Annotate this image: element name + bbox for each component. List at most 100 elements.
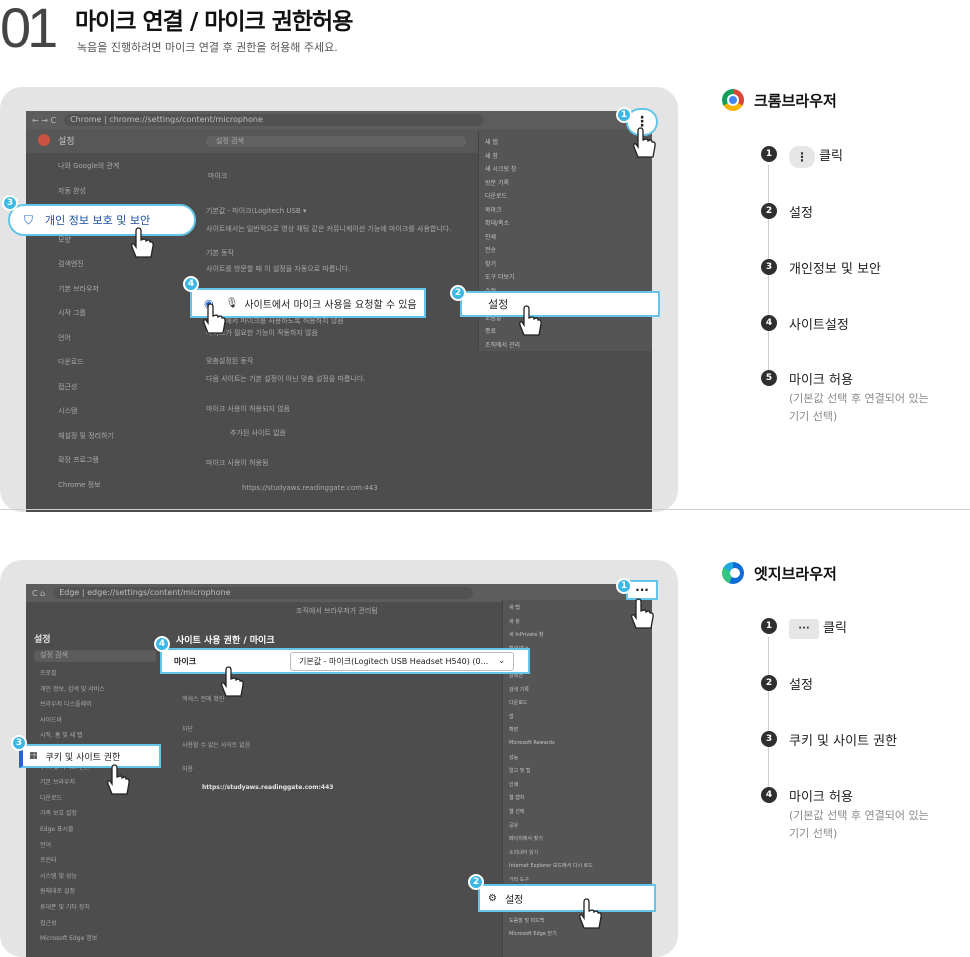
page-title: 마이크 연결 / 마이크 권한허용 bbox=[75, 9, 353, 35]
chrome-content: 기본값 - 마이크(Logitech USB ▾ 사이트에서는 일반적으로 영상 … bbox=[206, 206, 496, 506]
chrome-menu-item[interactable]: 조직에서 관리 bbox=[485, 340, 646, 349]
chrome-sidebar-item[interactable]: 시작 그룹 bbox=[58, 308, 86, 318]
chrome-menu-item[interactable]: 다운로드 bbox=[485, 191, 646, 200]
edge-mic-dropdown[interactable]: 기본값 - 마이크(Logitech USB Headset H540) (0.… bbox=[290, 651, 514, 671]
edge-sidebar: 프로필개인 정보, 검색 및 서비스브라우저 디스플레이사이드바시작, 홈 및 … bbox=[26, 668, 176, 957]
step-badge-2: 2 bbox=[468, 874, 484, 890]
edge-step-3: 3 쿠키 및 사이트 권한 bbox=[761, 730, 897, 749]
chrome-sidebar-item[interactable]: Chrome 정보 bbox=[58, 480, 101, 490]
chrome-menu-item[interactable]: 찾기 bbox=[485, 259, 646, 268]
edge-menu-item[interactable]: 인쇄 bbox=[509, 781, 646, 788]
chrome-step-1: 1 ⋮ 클릭 bbox=[761, 145, 843, 168]
chrome-sidebar-item[interactable]: 시스템 bbox=[58, 406, 77, 416]
chrome-sidebar-item[interactable]: 검색엔진 bbox=[58, 259, 84, 269]
edge-sidebar-item[interactable]: Microsoft Edge 정보 bbox=[40, 933, 97, 942]
edge-menu-item[interactable]: 다운로드 bbox=[509, 699, 646, 706]
edge-menu-item[interactable]: 웹 캡처 bbox=[509, 794, 646, 801]
edge-sidebar-item[interactable]: 프린터 bbox=[40, 855, 57, 864]
chrome-settings-callout[interactable]: 설정 bbox=[460, 291, 660, 317]
edge-settings-callout[interactable]: ⚙ 설정 bbox=[478, 884, 656, 912]
step-number: 4 bbox=[761, 315, 777, 331]
chrome-search-field[interactable]: 설정 검색 bbox=[206, 136, 466, 147]
chrome-menu-item[interactable]: 북마크 bbox=[485, 205, 646, 214]
edge-sidebar-item[interactable]: 프로필 bbox=[40, 668, 57, 677]
step-label-row: ⋮ 클릭 bbox=[789, 145, 843, 168]
edge-sidebar-item[interactable]: 휴대폰 및 기타 장치 bbox=[40, 902, 90, 911]
ellipsis-menu-icon: ··· bbox=[789, 618, 819, 639]
step-label: 마이크 허용 bbox=[789, 790, 853, 805]
edge-screenshot-frame: C ⌂ Edge | edge://settings/content/micro… bbox=[0, 560, 678, 957]
edge-sidebar-item[interactable]: 원래대로 설정 bbox=[40, 886, 75, 895]
edge-sidebar-item[interactable]: 시스템 및 성능 bbox=[40, 871, 77, 880]
edge-menu-item[interactable]: 성능 bbox=[509, 754, 646, 761]
edge-content-line: 차단 bbox=[182, 726, 194, 733]
edge-search-field[interactable]: 설정 검색 bbox=[34, 650, 156, 662]
edge-sidebar-item[interactable]: 접근성 bbox=[40, 918, 57, 927]
chrome-sidebar-item[interactable]: 나와 Google의 관계 bbox=[58, 161, 119, 171]
chrome-sidebar-item[interactable]: 기본 브라우저 bbox=[58, 284, 99, 294]
edge-menu-item[interactable]: Internet Explorer 모드에서 다시 로드 bbox=[509, 862, 646, 869]
chrome-sidebar-item[interactable]: 모양 bbox=[58, 235, 71, 245]
chrome-menu-item[interactable]: 새 탭 bbox=[485, 137, 646, 146]
chrome-menu-item[interactable]: 인쇄 bbox=[485, 232, 646, 241]
chrome-menu-item[interactable]: 종료 bbox=[485, 326, 646, 335]
step-number: 5 bbox=[761, 370, 777, 386]
step-label: 설정 bbox=[789, 678, 813, 693]
edge-sidebar-item[interactable]: 개인 정보, 검색 및 서비스 bbox=[40, 684, 105, 693]
edge-menu-item[interactable]: 새 창 bbox=[509, 618, 646, 625]
edge-sidebar-item[interactable]: 시작, 홈 및 새 탭 bbox=[40, 730, 83, 739]
edge-mic-callout[interactable]: 마이크 기본값 - 마이크(Logitech USB Headset H540)… bbox=[160, 648, 530, 674]
edge-menu-item[interactable]: 앱 bbox=[509, 713, 646, 720]
edge-menu-item[interactable]: 웹 선택 bbox=[509, 808, 646, 815]
chevron-down-icon: ⌄ bbox=[498, 655, 505, 665]
chrome-menu-item[interactable]: 새 창 bbox=[485, 151, 646, 160]
edge-menu-item[interactable]: Microsoft Rewards bbox=[509, 740, 646, 746]
chrome-menu-item[interactable]: 확대/축소 bbox=[485, 218, 646, 227]
edge-menu-item[interactable]: 공유 bbox=[509, 822, 646, 829]
edge-sidebar-item[interactable]: 브라우저 디스플레이 bbox=[40, 699, 92, 708]
edge-settings-menu-label: 설정 bbox=[504, 894, 524, 906]
edge-menu-item[interactable]: Microsoft Edge 닫기 bbox=[509, 930, 646, 937]
chrome-sidebar-item[interactable]: 다운로드 bbox=[58, 357, 84, 367]
chrome-menu-item[interactable]: 방문 기록 bbox=[485, 178, 646, 187]
edge-sidebar-item[interactable]: 기본 브라우저 bbox=[40, 777, 75, 786]
edge-menu-item[interactable]: 확장 bbox=[509, 726, 646, 733]
edge-menu-item[interactable]: 새 InPrivate 창 bbox=[509, 631, 646, 638]
step-label-row: 설정 bbox=[789, 202, 813, 221]
edge-menu-item[interactable]: 검색 기록 bbox=[509, 686, 646, 693]
chrome-overflow-menu: 새 탭새 창새 시크릿 창방문 기록다운로드북마크확대/축소인쇄전송찾기도구 더… bbox=[478, 131, 652, 351]
edge-step-1: 1 ··· 클릭 bbox=[761, 617, 847, 639]
step-label-row: 마이크 허용 bbox=[789, 369, 939, 388]
edge-menu-item[interactable]: 알고 및 팁 bbox=[509, 767, 646, 774]
edge-sidebar-item[interactable]: 다운로드 bbox=[40, 793, 62, 802]
chrome-screenshot-frame: ← → C Chrome | chrome://settings/content… bbox=[0, 87, 678, 512]
edge-sidebar-item[interactable]: 사이드바 bbox=[40, 715, 62, 724]
edge-sidebar-item[interactable]: 언어 bbox=[40, 840, 51, 849]
edge-sidebar-item[interactable]: Edge 표시줄 bbox=[40, 824, 74, 833]
edge-menu-item[interactable]: 새 탭 bbox=[509, 604, 646, 611]
chrome-content-line: 사이트에서는 일반적으로 영상 채팅 같은 커뮤니케이션 기능에 마이크를 사용… bbox=[206, 225, 452, 233]
chrome-menu-item[interactable]: 도구 더보기 bbox=[485, 272, 646, 281]
chrome-content-heading: 마이크 bbox=[208, 172, 228, 180]
pointer-hand-icon bbox=[628, 598, 654, 630]
edge-sidebar-item[interactable]: 가족 보호 설정 bbox=[40, 808, 77, 817]
pointer-hand-icon bbox=[200, 303, 226, 335]
edge-menu-item[interactable]: 기타 도구 bbox=[509, 876, 646, 883]
chrome-sidebar-item[interactable]: 언어 bbox=[58, 333, 71, 343]
chrome-sidebar-item[interactable]: 재설정 및 정리하기 bbox=[58, 431, 114, 441]
chrome-sidebar-item[interactable]: 자동 완성 bbox=[58, 186, 86, 196]
edge-menu-item[interactable]: 페이지에서 찾기 bbox=[509, 835, 646, 842]
edge-cookies-callout[interactable]: ▦ 쿠키 및 사이트 권한 bbox=[19, 744, 161, 768]
pointer-hand-icon bbox=[104, 764, 130, 796]
chrome-privacy-callout[interactable]: ⛉ 개인 정보 보호 및 보안 bbox=[8, 204, 196, 236]
edge-menu-item[interactable]: 소리내어 읽기 bbox=[509, 849, 646, 856]
chrome-menu-item[interactable]: 새 시크릿 창 bbox=[485, 164, 646, 173]
chrome-sidebar-item[interactable]: 접근성 bbox=[58, 382, 77, 392]
chrome-brand: 크롬브라우저 bbox=[722, 89, 837, 111]
chrome-sidebar-item[interactable]: 확장 프로그램 bbox=[58, 455, 99, 465]
chrome-content-line: 마이크 사용이 허용되지 않음 bbox=[206, 405, 290, 413]
chrome-site-mic-label: 사이트에서 마이크 사용을 요청할 수 있음 bbox=[244, 299, 417, 311]
chrome-menu-item[interactable]: 전송 bbox=[485, 245, 646, 254]
edge-brand-label: 엣지브라우저 bbox=[754, 564, 837, 583]
edge-logo-icon bbox=[722, 562, 744, 584]
